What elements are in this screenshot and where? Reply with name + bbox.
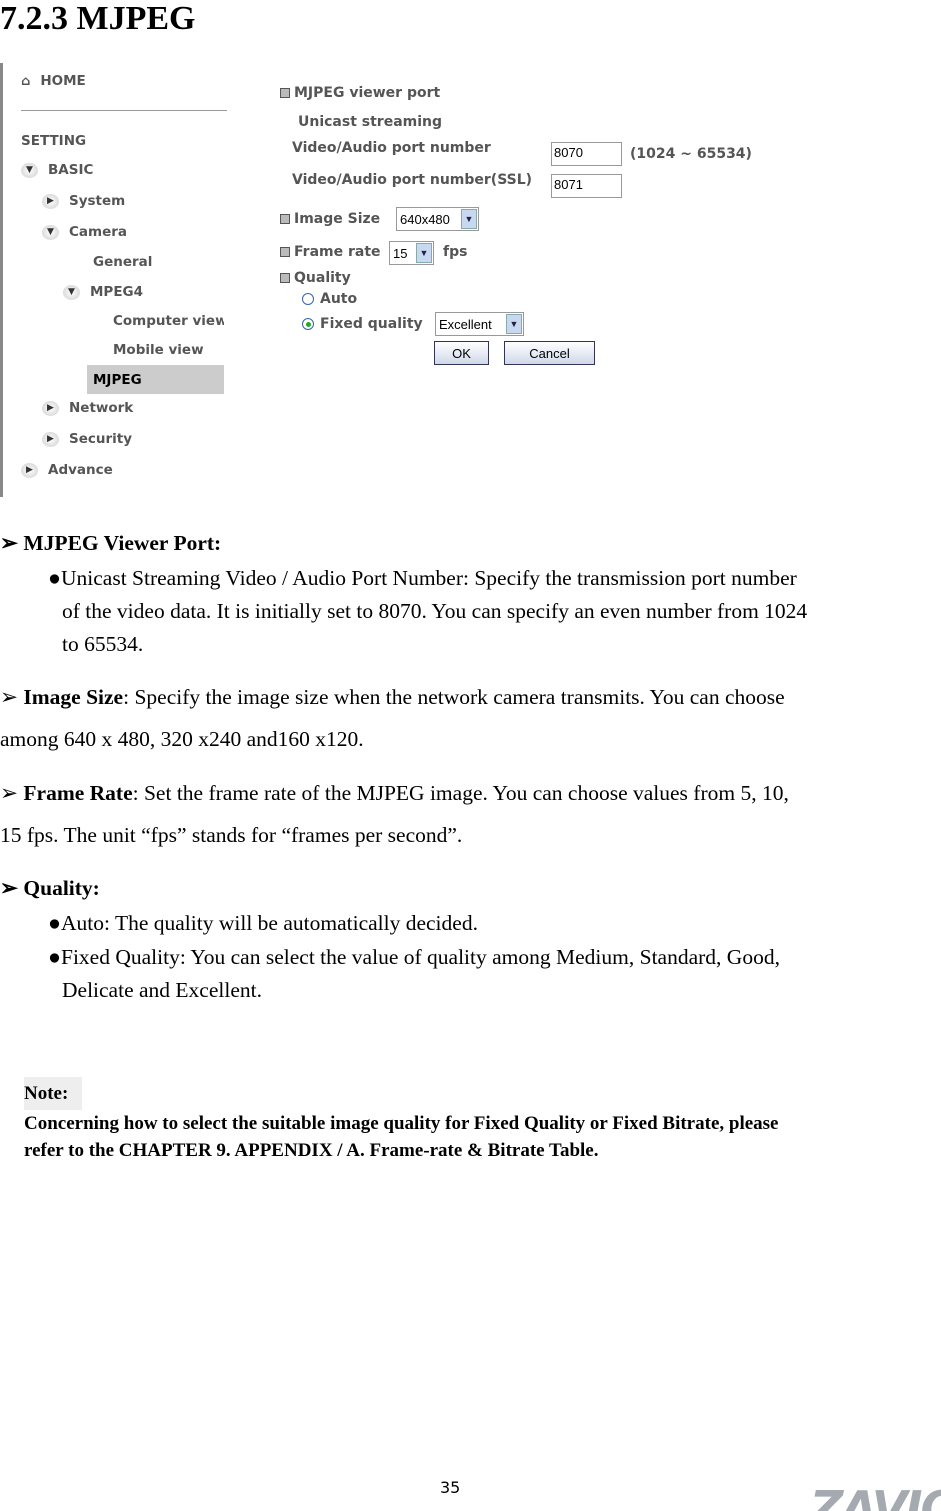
section-title: 7.2.3 MJPEG: [0, 0, 196, 37]
chevron-down-icon: ▼: [506, 314, 522, 334]
radio-icon: [302, 293, 314, 305]
label: Auto: [320, 291, 358, 307]
chevron-right-icon: ▶: [21, 462, 38, 478]
text: 15 fps. The unit “fps” stands for “frame…: [0, 823, 463, 847]
sidebar-item-mobile-view[interactable]: Mobile view: [113, 342, 204, 358]
sidebar-item-general[interactable]: General: [93, 254, 152, 270]
heading: MJPEG Viewer Port:: [23, 531, 222, 555]
bullet-square-icon: [280, 273, 290, 283]
divider: [21, 110, 227, 111]
label: Network: [69, 400, 134, 416]
image-size-select[interactable]: 640x480 ▼: [396, 207, 479, 231]
home-label: HOME: [40, 73, 86, 89]
setting-heading: SETTING: [21, 133, 87, 149]
port-input[interactable]: 8070: [551, 142, 622, 166]
label: Image Size: [294, 211, 381, 227]
bullet-auto: ●Auto: The quality will be automatically…: [48, 911, 478, 935]
frame-rate-label: Frame rate: [280, 244, 381, 260]
ssl-port-label: Video/Audio port number(SSL): [292, 172, 533, 188]
ssl-port-input[interactable]: 8071: [551, 174, 622, 198]
label: Security: [69, 431, 133, 447]
sidebar-item-mpeg4[interactable]: ▼ MPEG4: [63, 284, 143, 300]
bullet-square-icon: [280, 214, 290, 224]
heading: Frame Rate: [23, 781, 133, 805]
label: MJPEG viewer port: [294, 85, 441, 101]
section-frame-rate: ➢ Frame Rate: Set the frame rate of the …: [0, 781, 789, 805]
port-label: Video/Audio port number: [292, 140, 491, 156]
note-title: Note:: [24, 1077, 83, 1110]
page-number: 35: [440, 1478, 461, 1497]
label: Quality: [294, 270, 351, 286]
value: Excellent: [439, 316, 492, 332]
auto-radio[interactable]: Auto: [302, 291, 357, 307]
label: Advance: [48, 462, 113, 478]
chevron-down-icon: ▼: [461, 209, 477, 229]
chevron-down-icon: ▼: [42, 224, 59, 240]
label: MPEG4: [90, 284, 144, 300]
section-image-size: ➢ Image Size: Specify the image size whe…: [0, 685, 785, 709]
label: System: [69, 193, 126, 209]
chevron-right-icon: ▶: [42, 431, 59, 447]
section-quality: ➢ Quality:: [0, 876, 100, 900]
sidebar-home[interactable]: ⌂ HOME: [21, 73, 86, 89]
sidebar-item-advance[interactable]: ▶ Advance: [21, 462, 113, 478]
text: : Specify the image size when the networ…: [123, 685, 785, 709]
sidebar-item-system[interactable]: ▶ System: [42, 193, 125, 209]
sidebar-item-network[interactable]: ▶ Network: [42, 400, 133, 416]
quality-label: Quality: [280, 270, 351, 286]
text: Auto: The quality will be automatically …: [61, 911, 478, 935]
image-size-label: Image Size: [280, 211, 380, 227]
bullet-unicast: ●Unicast Streaming Video / Audio Port Nu…: [48, 566, 797, 590]
chevron-down-icon: ▼: [21, 162, 38, 178]
home-icon: ⌂: [21, 73, 31, 89]
label: Camera: [69, 224, 128, 240]
sidebar-item-computer-view[interactable]: Computer view: [113, 313, 224, 329]
text: : Set the frame rate of the MJPEG image.…: [132, 781, 789, 805]
label: Fixed quality: [320, 316, 423, 332]
bullet-fixed: ●Fixed Quality: You can select the value…: [48, 945, 780, 969]
section-mjpeg-viewer-port: ➢ MJPEG Viewer Port:: [0, 531, 222, 555]
sidebar-item-basic[interactable]: ▼ BASIC: [21, 162, 93, 178]
radio-checked-icon: [302, 318, 314, 330]
text: Delicate and Excellent.: [62, 978, 262, 1002]
chevron-right-icon: ▶: [42, 400, 59, 416]
fixed-quality-radio[interactable]: Fixed quality: [302, 316, 423, 332]
bullet-square-icon: [280, 88, 290, 98]
heading: Image Size: [23, 685, 124, 709]
text: Fixed Quality: You can select the value …: [61, 945, 780, 969]
sidebar: ⌂ HOME SETTING ▼ BASIC ▶ System ▼ Camera Gen…: [0, 63, 227, 497]
logo: ZAVIO: [810, 1478, 941, 1511]
port-range: (1024 ~ 65534): [630, 146, 752, 162]
cancel-button[interactable]: Cancel: [504, 341, 595, 365]
frame-rate-select[interactable]: 15 ▼: [389, 241, 434, 265]
value: 15: [393, 245, 408, 261]
sidebar-item-camera[interactable]: ▼ Camera: [42, 224, 127, 240]
chevron-down-icon: ▼: [63, 284, 80, 300]
sidebar-item-security[interactable]: ▶ Security: [42, 431, 132, 447]
viewer-port-heading: MJPEG viewer port: [280, 85, 440, 101]
label: BASIC: [48, 162, 94, 178]
unicast-label: Unicast streaming: [298, 114, 443, 130]
chevron-down-icon: ▼: [416, 243, 432, 263]
ok-button[interactable]: OK: [434, 341, 489, 365]
text: Unicast Streaming Video / Audio Port Num…: [61, 566, 797, 590]
note-text: refer to the CHAPTER 9. APPENDIX / A. Fr…: [24, 1140, 599, 1161]
text: of the video data. It is initially set t…: [62, 599, 808, 623]
fps-label: fps: [443, 244, 468, 260]
chevron-right-icon: ▶: [42, 193, 59, 209]
text: to 65534.: [62, 632, 144, 656]
label: Frame rate: [294, 244, 381, 260]
svg-text:ZAVIO: ZAVIO: [810, 1481, 941, 1511]
text: among 640 x 480, 320 x240 and160 x120.: [0, 727, 364, 751]
value: 640x480: [400, 211, 450, 227]
fixed-quality-select[interactable]: Excellent ▼: [435, 312, 524, 336]
bullet-square-icon: [280, 247, 290, 257]
sidebar-item-mjpeg[interactable]: MJPEG: [87, 365, 224, 394]
heading: Quality:: [23, 876, 100, 900]
